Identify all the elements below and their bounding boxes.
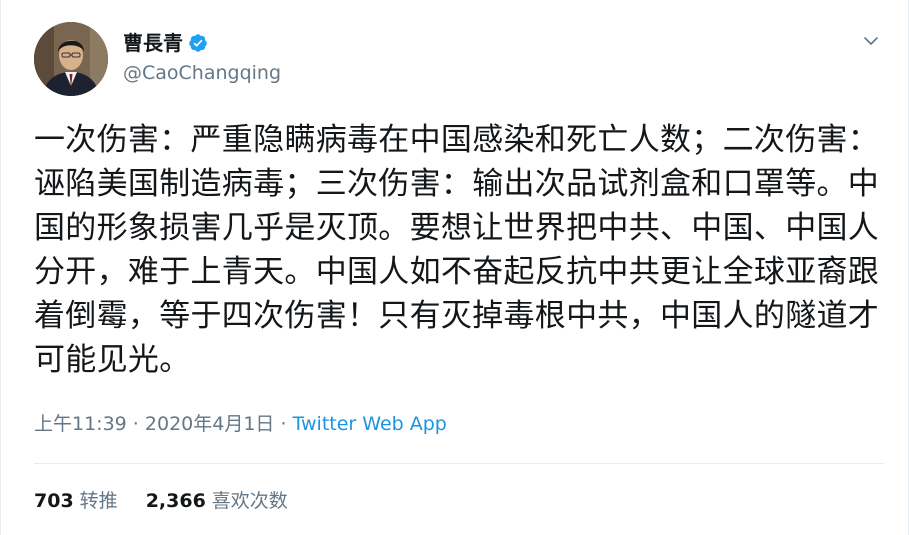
tweet-source-link[interactable]: Twitter Web App	[293, 413, 447, 435]
likes-stat[interactable]: 2,366 喜欢次数	[146, 487, 288, 515]
author-display-name[interactable]: 曹長青	[123, 30, 183, 56]
retweets-label: 转推	[79, 490, 118, 512]
tweet-text: 一次伤害：严重隐瞒病毒在中国感染和死亡人数；二次伤害：诬陷美国制造病毒；三次伤害…	[34, 122, 880, 378]
meta-separator: ·	[126, 413, 145, 435]
avatar[interactable]	[34, 22, 108, 96]
tweet-time[interactable]: 上午11:39	[34, 413, 127, 435]
author-name-row[interactable]: 曹長青	[123, 30, 208, 56]
tweet-meta: 上午11:39 · 2020年4月1日 · Twitter Web App	[34, 410, 447, 438]
likes-label: 喜欢次数	[211, 490, 288, 512]
retweets-count: 703	[34, 490, 74, 512]
tweet-stats: 703 转推 2,366 喜欢次数	[34, 487, 316, 515]
author-handle[interactable]: @CaoChangqing	[123, 61, 281, 85]
avatar-image	[34, 22, 108, 96]
tweet-date[interactable]: 2020年4月1日	[145, 413, 275, 435]
likes-count: 2,366	[145, 490, 206, 512]
divider	[34, 463, 884, 464]
tweet-card: 曹長青 @CaoChangqing 一次伤害：严重隐瞒病毒在中国感染和死亡人数；…	[0, 0, 909, 535]
verified-badge-icon	[188, 33, 208, 53]
meta-separator: ·	[274, 413, 293, 435]
chevron-down-icon[interactable]	[860, 30, 882, 52]
retweets-stat[interactable]: 703 转推	[34, 487, 118, 515]
